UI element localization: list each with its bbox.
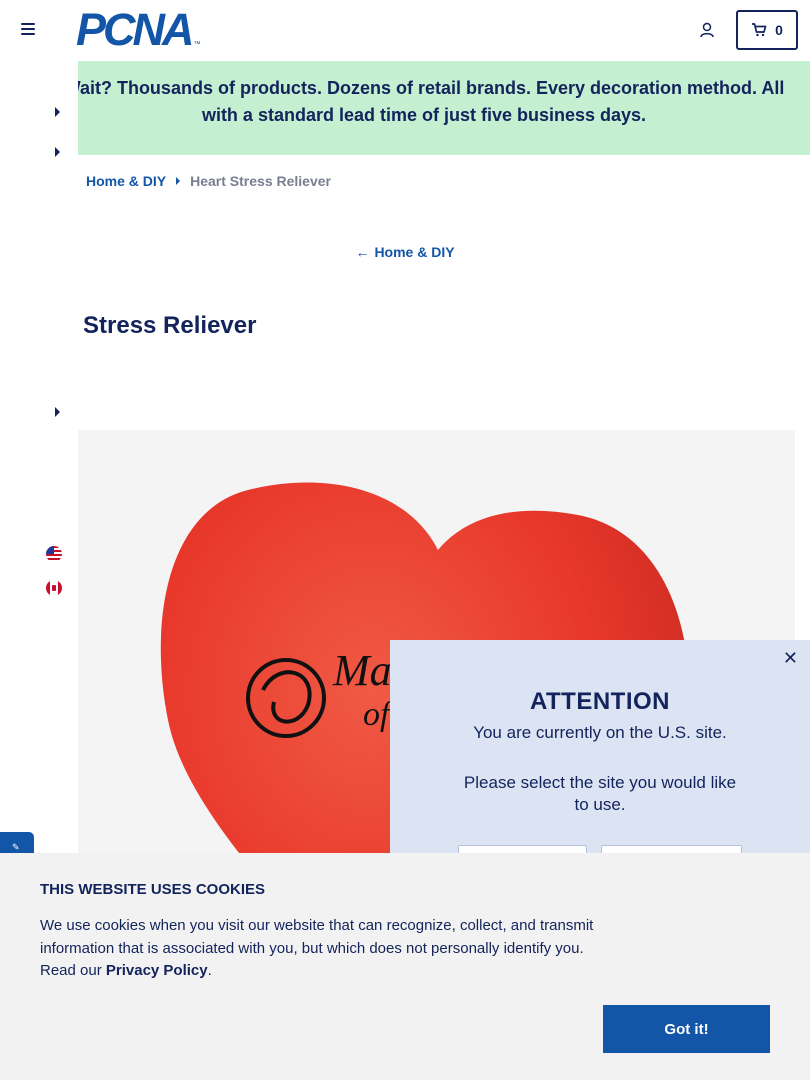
imprint-text: Ma <box>332 646 392 695</box>
breadcrumb-separator-icon <box>176 177 181 185</box>
side-arrow-icon[interactable] <box>55 407 60 417</box>
logo-trademark: ™ <box>193 41 201 48</box>
pcna-logo[interactable]: PCNA ™ <box>76 4 201 55</box>
us-flag-icon[interactable] <box>46 546 62 562</box>
privacy-policy-link[interactable]: Privacy Policy <box>106 962 208 979</box>
cart-button[interactable]: 0 <box>736 10 798 50</box>
menu-icon[interactable] <box>21 23 35 35</box>
modal-message: You are currently on the U.S. site. <box>473 723 727 742</box>
cookie-text-end: . <box>207 962 212 979</box>
page-title: Stress Reliever <box>83 312 257 339</box>
logo-text: PCNA <box>76 4 195 55</box>
canada-flag-icon[interactable] <box>46 580 62 596</box>
breadcrumb: Home & DIY Heart Stress Reliever <box>86 172 331 190</box>
back-link-label: Home & DIY <box>374 244 455 260</box>
side-arrow-icon[interactable] <box>55 147 60 157</box>
breadcrumb-current: Heart Stress Reliever <box>190 173 331 189</box>
arrow-left-icon: ← <box>355 244 370 260</box>
cart-count: 0 <box>775 22 783 38</box>
promo-banner: Wait? Thousands of products. Dozens of r… <box>78 61 810 155</box>
cookie-title: THIS WEBSITE USES COOKIES <box>40 881 266 898</box>
back-link[interactable]: ← Home & DIY <box>0 244 810 260</box>
modal-prompt: Please select the site you would like to… <box>463 773 737 814</box>
promo-text: Wait? Thousands of products. Dozens of r… <box>78 78 785 125</box>
side-arrow-icon[interactable] <box>55 107 60 117</box>
cookie-text: We use cookies when you visit our websit… <box>40 915 610 983</box>
cart-icon <box>752 23 767 37</box>
close-icon[interactable]: ✕ <box>783 648 798 669</box>
modal-title: ATTENTION <box>529 688 671 715</box>
breadcrumb-parent-link[interactable]: Home & DIY <box>86 173 166 189</box>
cookie-banner: THIS WEBSITE USES COOKIES We use cookies… <box>0 853 810 1080</box>
site-header: PCNA ™ 0 <box>0 0 810 60</box>
account-icon[interactable] <box>698 21 716 39</box>
feedback-icon: ✎ <box>12 842 20 852</box>
accept-cookies-button[interactable]: Got it! <box>603 1005 770 1053</box>
